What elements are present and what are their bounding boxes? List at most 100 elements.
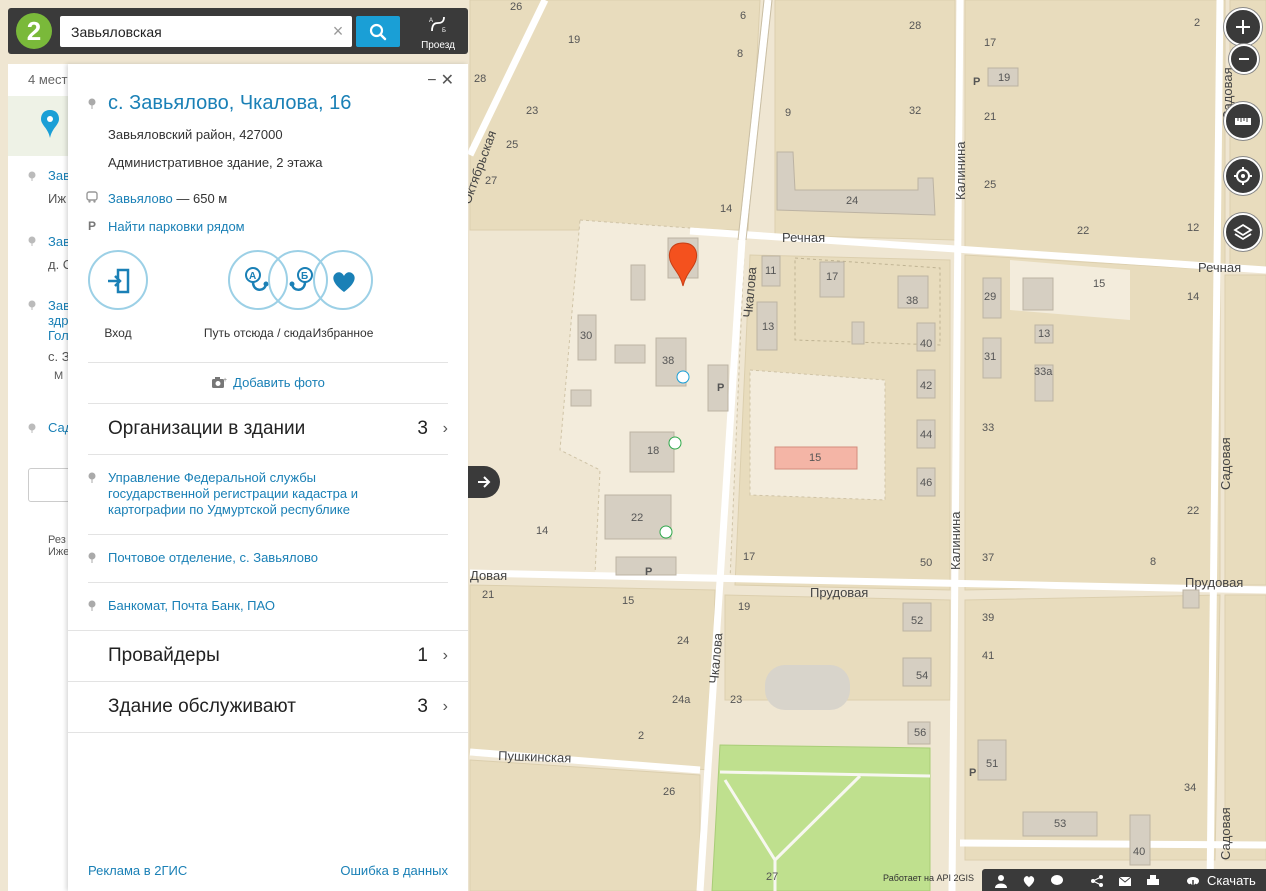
svg-text:27: 27 [766, 871, 778, 883]
logo-icon[interactable]: 2 [16, 13, 52, 49]
organization-link[interactable]: Банкомат, Почта Банк, ПАО [108, 598, 408, 614]
svg-text:56: 56 [914, 727, 926, 739]
svg-text:14: 14 [1187, 291, 1199, 303]
minimize-icon[interactable]: − [427, 72, 436, 89]
card-controls: − ✕ [423, 70, 454, 90]
results-count: 4 мест [28, 72, 68, 87]
entrance-action[interactable]: Вход [73, 250, 163, 340]
chevron-right-icon: › [442, 698, 448, 715]
entrance-button[interactable] [88, 250, 148, 310]
svg-text:Речная: Речная [1198, 260, 1241, 275]
svg-text:21: 21 [482, 589, 494, 601]
transit-distance: — 650 м [172, 191, 228, 206]
route-button[interactable]: А Б Проезд [414, 10, 462, 52]
svg-text:42: 42 [920, 380, 932, 392]
svg-text:P: P [969, 767, 976, 779]
print-icon[interactable] [1146, 874, 1160, 888]
svg-text:26: 26 [663, 786, 675, 798]
svg-text:27: 27 [485, 175, 497, 187]
route-ab-button[interactable]: А [228, 250, 288, 310]
search-input[interactable] [60, 16, 320, 47]
svg-text:Калинина: Калинина [953, 141, 968, 200]
zoom-out-button[interactable] [1229, 44, 1259, 74]
svg-text:12: 12 [1187, 222, 1199, 234]
divider [68, 732, 468, 733]
results-selected-row[interactable] [8, 96, 69, 156]
svg-text:24: 24 [846, 195, 858, 207]
zoom-in-button[interactable] [1224, 8, 1262, 46]
ads-link[interactable]: Реклама в 2ГИС [88, 863, 187, 878]
clear-icon[interactable]: × [328, 21, 348, 41]
svg-text:+: + [223, 377, 227, 384]
svg-text:А: А [249, 271, 256, 282]
share-icon[interactable] [1090, 874, 1104, 888]
user-icon[interactable] [994, 874, 1008, 888]
search-button[interactable] [356, 16, 400, 47]
locate-button[interactable] [1224, 157, 1262, 195]
svg-text:19: 19 [738, 601, 750, 613]
divider [68, 681, 468, 682]
pin-icon [28, 423, 36, 433]
find-parking-link[interactable]: Найти парковки рядом [108, 219, 245, 234]
svg-text:А: А [429, 18, 433, 24]
ruler-button[interactable] [1224, 102, 1262, 140]
pin-icon [41, 110, 59, 138]
svg-text:54: 54 [916, 670, 928, 682]
svg-text:Б: Б [442, 28, 446, 33]
svg-text:9: 9 [785, 107, 791, 119]
arrow-right-icon [478, 476, 491, 488]
organization-link[interactable]: Почтовое отделение, с. Завьялово [108, 550, 408, 566]
download-label[interactable]: Скачать [1207, 873, 1256, 888]
svg-text:P: P [717, 382, 724, 394]
list-item[interactable]: Зав Иж [48, 168, 69, 206]
camera-icon: + [212, 377, 227, 388]
chat-icon[interactable] [1050, 874, 1064, 888]
svg-text:25: 25 [984, 179, 996, 191]
parking-icon: P [88, 219, 97, 233]
svg-text:Садовая: Садовая [1218, 807, 1233, 860]
collapse-panel-button[interactable] [468, 466, 500, 498]
svg-text:52: 52 [911, 615, 923, 627]
section-providers[interactable]: Провайдеры 1 › [108, 645, 448, 667]
svg-text:P: P [645, 566, 652, 578]
list-item[interactable]: Сад [48, 420, 69, 435]
place-title[interactable]: с. Завьялово, Чкалова, 16 [108, 92, 351, 115]
mail-icon[interactable] [1118, 874, 1132, 888]
svg-text:2: 2 [1194, 17, 1200, 29]
section-service[interactable]: Здание обслуживают 3 › [108, 696, 448, 718]
chevron-right-icon: › [442, 647, 448, 664]
divider [88, 362, 448, 363]
organization-link[interactable]: Управление Федеральной службы государств… [108, 470, 408, 518]
results-input[interactable] [28, 468, 69, 502]
route-icon: А Б [429, 16, 446, 34]
svg-text:40: 40 [920, 338, 932, 350]
heart-icon[interactable] [1022, 874, 1036, 888]
chevron-right-icon: › [442, 420, 448, 437]
ruler-icon [1235, 118, 1251, 125]
svg-text:Довая: Довая [470, 568, 507, 583]
add-photo-link[interactable]: + Добавить фото [68, 375, 468, 390]
favorite-action[interactable]: Избранное [298, 250, 388, 340]
svg-text:22: 22 [631, 512, 643, 524]
favorite-button[interactable] [313, 250, 373, 310]
svg-text:38: 38 [662, 355, 674, 367]
svg-text:24: 24 [677, 635, 689, 647]
close-icon[interactable]: ✕ [441, 72, 454, 89]
svg-text:8: 8 [737, 48, 743, 60]
place-card: − ✕ с. Завьялово, Чкалова, 16 Завьяловски… [68, 64, 468, 891]
place-description: Административное здание, 2 этажа [108, 155, 323, 170]
section-organizations[interactable]: Организации в здании 3 › [108, 418, 448, 440]
download-icon[interactable] [1186, 874, 1200, 888]
report-error-link[interactable]: Ошибка в данных [340, 863, 448, 878]
svg-text:44: 44 [920, 429, 932, 441]
layers-button[interactable] [1224, 213, 1262, 251]
svg-text:51: 51 [986, 758, 998, 770]
divider [88, 403, 448, 404]
svg-text:25: 25 [506, 139, 518, 151]
svg-text:17: 17 [743, 551, 755, 563]
svg-text:Прудовая: Прудовая [1185, 575, 1243, 590]
svg-text:21: 21 [984, 111, 996, 123]
list-item[interactable]: Зав д. С [48, 234, 69, 272]
transit-stop-link[interactable]: Завьялово [108, 191, 173, 206]
list-item[interactable]: Зав здр Гол с. З М [48, 298, 69, 382]
